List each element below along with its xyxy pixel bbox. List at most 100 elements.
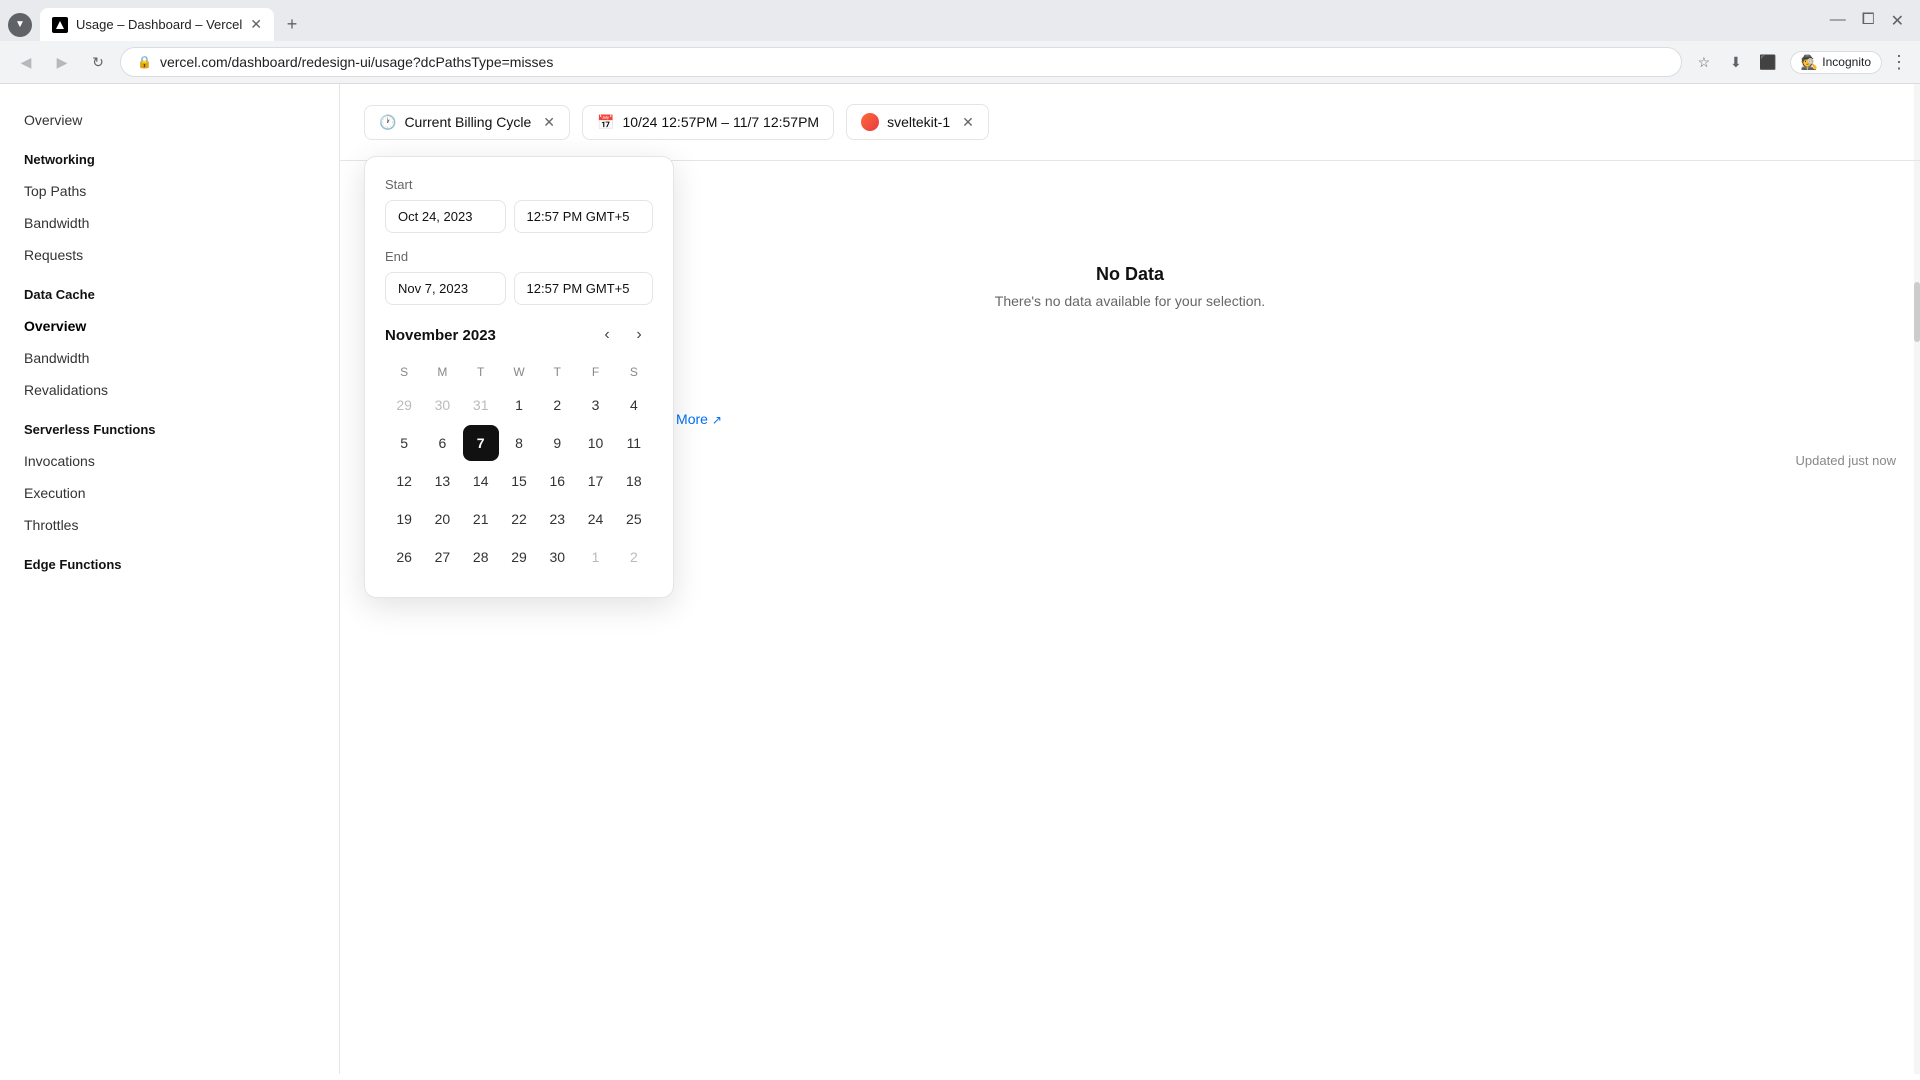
end-section: End Nov 7, 2023 12:57 PM GMT+5	[385, 249, 653, 305]
sidebar-item-throttles[interactable]: Throttles	[0, 509, 339, 541]
billing-cycle-close-icon[interactable]: ✕	[543, 114, 555, 131]
url-bar[interactable]: 🔒 vercel.com/dashboard/redesign-ui/usage…	[120, 47, 1682, 77]
calendar-day[interactable]: 30	[539, 539, 575, 575]
calendar-week-4: 19 20 21 22 23 24 25	[385, 501, 653, 537]
calendar-day[interactable]: 19	[386, 501, 422, 537]
calendar-day[interactable]: 2	[539, 387, 575, 423]
calendar-week-5: 26 27 28 29 30 1 2	[385, 539, 653, 575]
calendar-day[interactable]: 14	[463, 463, 499, 499]
bookmark-button[interactable]: ☆	[1690, 48, 1718, 76]
calendar-day[interactable]: 3	[578, 387, 614, 423]
calendar-day[interactable]: 15	[501, 463, 537, 499]
tab-title: Usage – Dashboard – Vercel	[76, 17, 242, 32]
scrollbar-thumb[interactable]	[1914, 282, 1920, 342]
billing-cycle-label: Current Billing Cycle	[404, 114, 531, 130]
sidebar-item-requests[interactable]: Requests	[0, 239, 339, 271]
calendar-day[interactable]: 22	[501, 501, 537, 537]
calendar-day[interactable]: 12	[386, 463, 422, 499]
sidebar-section-edge-functions: Edge Functions	[0, 541, 339, 580]
sidebar-item-bandwidth[interactable]: Bandwidth	[0, 207, 339, 239]
sidebar-item-data-cache-overview[interactable]: Overview	[0, 310, 339, 342]
calendar-day[interactable]: 20	[424, 501, 460, 537]
calendar-day[interactable]: 6	[424, 425, 460, 461]
calendar-grid: S M T W T F S 29 30 31 1 2 3 4	[385, 361, 653, 575]
calendar-day-selected[interactable]: 7	[463, 425, 499, 461]
date-range-chip[interactable]: 📅 10/24 12:57PM – 11/7 12:57PM	[582, 105, 834, 140]
date-picker-dropdown: Start Oct 24, 2023 12:57 PM GMT+5 End No…	[364, 156, 674, 598]
incognito-badge: 🕵 Incognito	[1790, 51, 1882, 74]
calendar-day[interactable]: 21	[463, 501, 499, 537]
start-section: Start Oct 24, 2023 12:57 PM GMT+5	[385, 177, 653, 233]
calendar-day[interactable]: 29	[501, 539, 537, 575]
forward-button[interactable]: ▶	[48, 48, 76, 76]
date-range-label: 10/24 12:57PM – 11/7 12:57PM	[622, 114, 819, 130]
calendar-day[interactable]: 24	[578, 501, 614, 537]
browser-chrome: ▼ Usage – Dashboard – Vercel ✕ + — ⧠ ✕ ◀…	[0, 0, 1920, 84]
sidebar-section-data-cache: Data Cache	[0, 271, 339, 310]
calendar-next-button[interactable]: ›	[625, 321, 653, 349]
calendar-day[interactable]: 27	[424, 539, 460, 575]
no-data-subtitle: There's no data available for your selec…	[995, 293, 1265, 309]
browser-tab[interactable]: Usage – Dashboard – Vercel ✕	[40, 8, 274, 41]
calendar-day[interactable]: 4	[616, 387, 652, 423]
billing-cycle-chip[interactable]: 🕐 Current Billing Cycle ✕	[364, 105, 570, 140]
close-window-button[interactable]: ✕	[1891, 11, 1904, 31]
sidebar-item-invocations[interactable]: Invocations	[0, 445, 339, 477]
minimize-button[interactable]: —	[1830, 11, 1846, 31]
calendar-day[interactable]: 23	[539, 501, 575, 537]
calendar-day[interactable]: 2	[616, 539, 652, 575]
download-button[interactable]: ⬇	[1722, 48, 1750, 76]
address-bar: ◀ ▶ ↻ 🔒 vercel.com/dashboard/redesign-ui…	[0, 41, 1920, 83]
sidebar-item-overview[interactable]: Overview	[0, 104, 339, 136]
close-tab-button[interactable]: ✕	[250, 16, 262, 33]
new-tab-button[interactable]: +	[278, 11, 306, 39]
maximize-button[interactable]: ⧠	[1862, 11, 1875, 31]
browser-menu-icon[interactable]: ▼	[8, 13, 32, 37]
calendar-day[interactable]: 9	[539, 425, 575, 461]
calendar-day[interactable]: 1	[578, 539, 614, 575]
calendar-day[interactable]: 1	[501, 387, 537, 423]
calendar-day[interactable]: 30	[424, 387, 460, 423]
more-options-button[interactable]: ⋮	[1890, 52, 1908, 73]
calendar-day[interactable]: 25	[616, 501, 652, 537]
no-data-title: No Data	[1096, 264, 1164, 285]
window-controls: — ⧠ ✕	[1822, 11, 1912, 39]
end-date-input[interactable]: Nov 7, 2023	[385, 272, 506, 305]
url-text: vercel.com/dashboard/redesign-ui/usage?d…	[160, 54, 553, 70]
calendar-day[interactable]: 8	[501, 425, 537, 461]
reload-button[interactable]: ↻	[84, 48, 112, 76]
project-chip[interactable]: sveltekit-1 ✕	[846, 104, 989, 140]
calendar-prev-button[interactable]: ‹	[593, 321, 621, 349]
calendar-week-2: 5 6 7 8 9 10 11	[385, 425, 653, 461]
tab-favicon	[52, 17, 68, 33]
extension-button[interactable]: ⬛	[1754, 48, 1782, 76]
calendar-day[interactable]: 17	[578, 463, 614, 499]
sidebar: Overview Networking Top Paths Bandwidth …	[0, 84, 340, 1074]
calendar-day[interactable]: 10	[578, 425, 614, 461]
sidebar-section-serverless: Serverless Functions	[0, 406, 339, 445]
sidebar-item-revalidations[interactable]: Revalidations	[0, 374, 339, 406]
sidebar-item-label: Execution	[24, 485, 85, 501]
calendar-day[interactable]: 31	[463, 387, 499, 423]
project-icon	[861, 113, 879, 131]
start-date-input[interactable]: Oct 24, 2023	[385, 200, 506, 233]
calendar-day[interactable]: 18	[616, 463, 652, 499]
sidebar-section-networking: Networking	[0, 136, 339, 175]
calendar-day[interactable]: 11	[616, 425, 652, 461]
back-button[interactable]: ◀	[12, 48, 40, 76]
sidebar-item-top-paths[interactable]: Top Paths	[0, 175, 339, 207]
calendar-day[interactable]: 5	[386, 425, 422, 461]
calendar-day[interactable]: 29	[386, 387, 422, 423]
project-close-icon[interactable]: ✕	[962, 114, 974, 131]
calendar-day[interactable]: 13	[424, 463, 460, 499]
sidebar-item-data-cache-bandwidth[interactable]: Bandwidth	[0, 342, 339, 374]
sidebar-item-execution[interactable]: Execution	[0, 477, 339, 509]
sidebar-item-label: Overview	[24, 112, 82, 128]
calendar-day[interactable]: 28	[463, 539, 499, 575]
calendar-day[interactable]: 26	[386, 539, 422, 575]
start-time-input[interactable]: 12:57 PM GMT+5	[514, 200, 653, 233]
clock-icon: 🕐	[379, 114, 396, 131]
calendar-day[interactable]: 16	[539, 463, 575, 499]
scrollbar[interactable]	[1914, 84, 1920, 1074]
end-time-input[interactable]: 12:57 PM GMT+5	[514, 272, 653, 305]
